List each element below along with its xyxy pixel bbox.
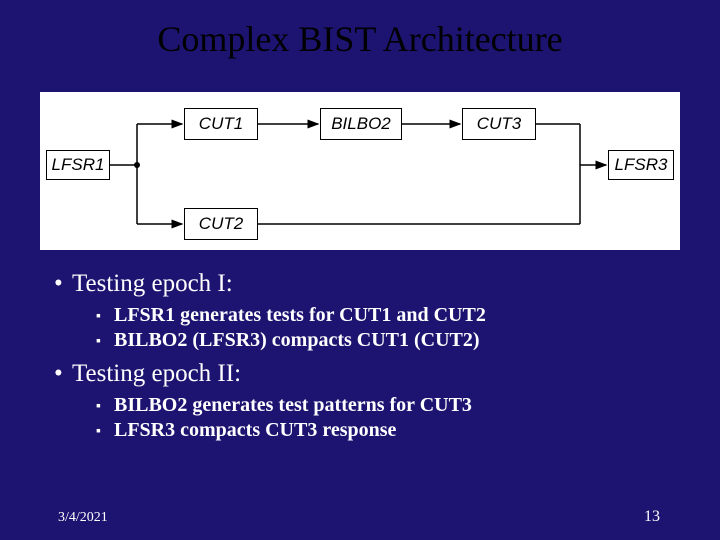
block-cut3: CUT3	[462, 108, 536, 140]
bullet-epoch1-sub1-text: LFSR1 generates tests for CUT1 and CUT2	[114, 304, 486, 326]
bullet-epoch2-sub1: ▪BILBO2 generates test patterns for CUT3	[96, 394, 664, 417]
architecture-diagram: LFSR1 CUT1 BILBO2 CUT3 LFSR3 CUT2	[40, 92, 680, 250]
block-cut2: CUT2	[184, 208, 258, 240]
block-bilbo2: BILBO2	[320, 108, 402, 140]
bullet-epoch1-sub2: ▪BILBO2 (LFSR3) compacts CUT1 (CUT2)	[96, 329, 664, 352]
footer-date: 3/4/2021	[58, 510, 108, 526]
block-cut1: CUT1	[184, 108, 258, 140]
bullet-epoch2-text: Testing epoch II:	[72, 360, 241, 387]
bullet-epoch1-sub2-text: BILBO2 (LFSR3) compacts CUT1 (CUT2)	[114, 329, 480, 351]
bullet-epoch2-sub2: ▪LFSR3 compacts CUT3 response	[96, 419, 664, 442]
bullet-epoch2: •Testing epoch II:	[54, 360, 664, 388]
block-lfsr1: LFSR1	[46, 150, 110, 180]
bullet-epoch1: •Testing epoch I:	[54, 270, 664, 298]
bullet-epoch1-text: Testing epoch I:	[72, 270, 233, 297]
bullet-epoch2-sub1-text: BILBO2 generates test patterns for CUT3	[114, 394, 472, 416]
block-lfsr3: LFSR3	[608, 150, 674, 180]
page-title: Complex BIST Architecture	[0, 0, 720, 60]
footer-page: 13	[644, 508, 660, 526]
bullet-epoch2-sub2-text: LFSR3 compacts CUT3 response	[114, 419, 396, 441]
bullet-epoch1-sub1: ▪LFSR1 generates tests for CUT1 and CUT2	[96, 304, 664, 327]
bullet-list: •Testing epoch I: ▪LFSR1 generates tests…	[54, 270, 664, 444]
